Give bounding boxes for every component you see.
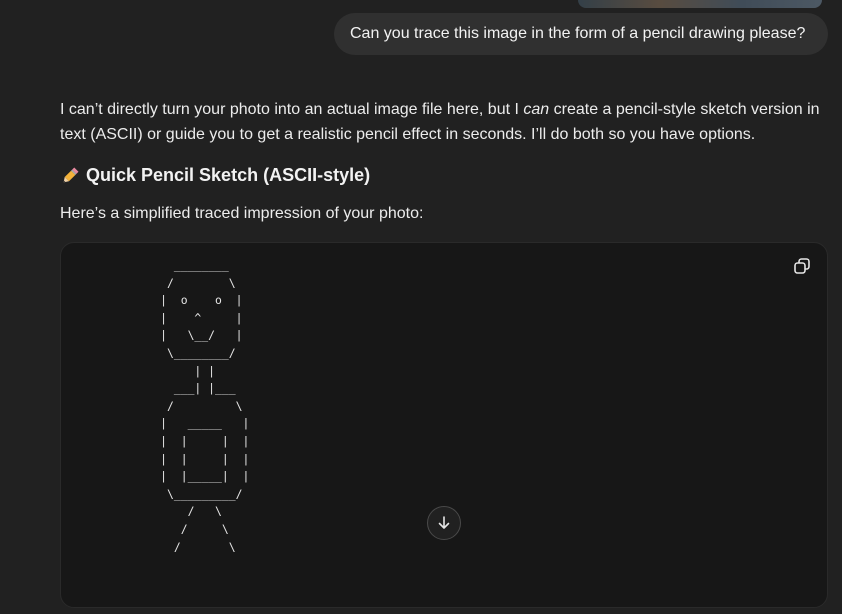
pencil-icon — [60, 166, 80, 186]
ascii-art: ________ / \ | o o | | ^ | | \__/ | \___… — [160, 258, 250, 554]
scroll-to-bottom-button[interactable] — [427, 506, 461, 540]
sketch-subtext: Here’s a simplified traced impression of… — [60, 205, 424, 222]
copy-icon — [794, 258, 810, 274]
intro-text-part1: I can’t directly turn your photo into an… — [60, 101, 524, 118]
sketch-heading-text: Quick Pencil Sketch (ASCII-style) — [86, 165, 371, 185]
shared-photo-thumbnail[interactable] — [578, 0, 822, 8]
user-message-bubble: Can you trace this image in the form of … — [334, 13, 828, 55]
assistant-intro-paragraph: I can’t directly turn your photo into an… — [60, 97, 836, 147]
copy-button[interactable] — [791, 255, 813, 277]
user-message-text: Can you trace this image in the form of … — [350, 25, 806, 42]
intro-emphasis: can — [523, 101, 550, 118]
sketch-heading: Quick Pencil Sketch (ASCII-style) — [60, 165, 370, 186]
ascii-code-block: ________ / \ | o o | | ^ | | \__/ | \___… — [60, 242, 828, 608]
arrow-down-icon — [438, 516, 450, 529]
